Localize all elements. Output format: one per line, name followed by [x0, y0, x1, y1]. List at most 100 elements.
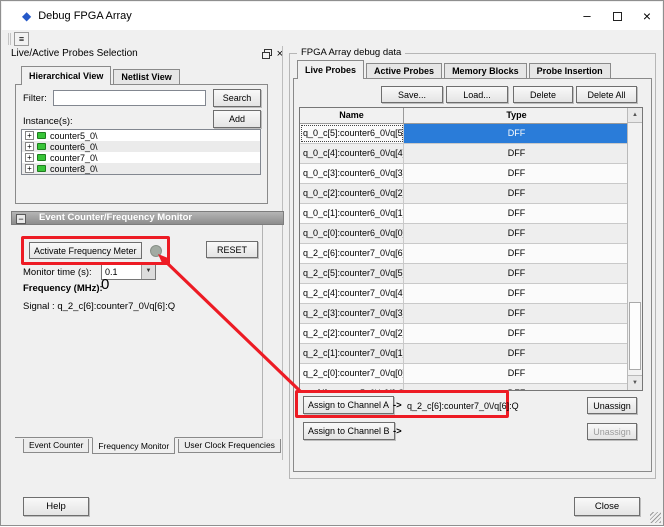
close-dialog-button[interactable]: Close — [574, 497, 640, 516]
cell-type[interactable]: DFF — [404, 264, 629, 283]
instance-row[interactable]: +counter7_0\ — [22, 152, 260, 163]
instance-row[interactable]: +counter8_0\ — [22, 163, 260, 174]
scroll-up-icon[interactable]: ▲ — [628, 108, 642, 123]
tab-event-counter[interactable]: Event Counter — [23, 439, 89, 453]
cell-type[interactable]: DFF — [404, 324, 629, 343]
cell-type[interactable]: DFF — [404, 384, 629, 391]
tree-expand-icon[interactable]: + — [25, 153, 34, 162]
table-row[interactable]: q_2_c[2]:counter7_0\/q[2]:QDFF — [300, 324, 629, 344]
section-header-label: Event Counter/Frequency Monitor — [39, 212, 192, 223]
load-button[interactable]: Load... — [446, 86, 508, 103]
column-header-name[interactable]: Name — [300, 108, 404, 123]
tree-expand-icon[interactable]: + — [25, 142, 34, 151]
cell-type[interactable]: DFF — [404, 364, 629, 383]
tree-expand-icon[interactable]: + — [25, 164, 34, 173]
instances-label: Instance(s): — [23, 116, 73, 127]
cell-type[interactable]: DFF — [404, 304, 629, 323]
table-row[interactable]: q_2_c[5]:counter7_0\/q[5]:QDFF — [300, 264, 629, 284]
cell-name[interactable]: q_0_c[4]:counter6_0\/q[4]:Q — [300, 144, 404, 163]
frequency-label: Frequency (MHz): — [23, 283, 103, 294]
scroll-down-icon[interactable]: ▼ — [628, 375, 642, 390]
maximize-button[interactable] — [602, 2, 632, 30]
maximize-icon — [613, 12, 622, 21]
cell-name[interactable]: q_0_c[0]:counter6_0\/q[0]:Q — [300, 224, 404, 243]
unassign-channel-b-button: Unassign — [587, 423, 637, 440]
cell-type[interactable]: DFF — [404, 124, 629, 143]
table-row[interactable]: q_0_c[4]:counter6_0\/q[4]:QDFF — [300, 144, 629, 164]
delete-all-button[interactable]: Delete All — [576, 86, 637, 103]
cell-type[interactable]: DFF — [404, 284, 629, 303]
vertical-scrollbar[interactable]: ▲ ▼ — [627, 108, 642, 390]
cell-name[interactable]: q_0_c[3]:counter6_0\/q[3]:Q — [300, 164, 404, 183]
toolbar-menu-button[interactable]: ≡ — [14, 32, 29, 46]
cell-type[interactable]: DFF — [404, 244, 629, 263]
tab-user-clock-frequencies[interactable]: User Clock Frequencies — [178, 439, 281, 453]
tab-probe-insertion[interactable]: Probe Insertion — [529, 63, 611, 79]
toolbar: ≡ — [2, 30, 662, 47]
scrollbar-thumb[interactable] — [629, 302, 641, 370]
tab-netlist-view[interactable]: Netlist View — [113, 69, 179, 85]
table-row[interactable]: q_0_c[3]:counter6_0\/q[3]:QDFF — [300, 164, 629, 184]
table-row[interactable]: q_2_c[4]:counter7_0\/q[4]:QDFF — [300, 284, 629, 304]
cell-name[interactable]: q_c[4]:counter5_0\/q[4]:Q — [300, 384, 404, 391]
debug-fpga-array-window: ◆ Debug FPGA Array – × ≡ Live/Active Pro… — [0, 0, 664, 526]
cell-name[interactable]: q_2_c[4]:counter7_0\/q[4]:Q — [300, 284, 404, 303]
cell-name[interactable]: q_2_c[6]:counter7_0\/q[6]:Q — [300, 244, 404, 263]
dock-float-icon[interactable] — [262, 49, 272, 59]
instance-row[interactable]: +counter5_0\ — [22, 130, 260, 141]
save-button[interactable]: Save... — [381, 86, 443, 103]
left-dock-title: Live/Active Probes Selection — [11, 48, 138, 59]
channel-a-arrow: -> — [393, 400, 402, 411]
cell-type[interactable]: DFF — [404, 344, 629, 363]
filter-input[interactable] — [53, 90, 206, 106]
table-row[interactable]: q_0_c[0]:counter6_0\/q[0]:QDFF — [300, 224, 629, 244]
instance-icon — [37, 165, 46, 172]
tab-active-probes[interactable]: Active Probes — [366, 63, 442, 79]
table-row[interactable]: q_c[4]:counter5_0\/q[4]:QDFF — [300, 384, 629, 391]
toolbar-drag-handle[interactable] — [8, 33, 11, 45]
table-row[interactable]: q_2_c[0]:counter7_0\/q[0]:QDFF — [300, 364, 629, 384]
tab-live-probes[interactable]: Live Probes — [297, 60, 364, 79]
reset-button[interactable]: RESET — [206, 241, 258, 258]
column-header-type[interactable]: Type — [404, 108, 629, 123]
cell-name[interactable]: q_2_c[0]:counter7_0\/q[0]:Q — [300, 364, 404, 383]
instance-row[interactable]: +counter6_0\ — [22, 141, 260, 152]
add-button[interactable]: Add — [213, 110, 261, 128]
assign-to-channel-a-button[interactable]: Assign to Channel A — [303, 396, 394, 414]
cell-name[interactable]: q_2_c[5]:counter7_0\/q[5]:Q — [300, 264, 404, 283]
table-row[interactable]: q_2_c[3]:counter7_0\/q[3]:QDFF — [300, 304, 629, 324]
search-button[interactable]: Search — [213, 89, 261, 107]
cell-name[interactable]: q_2_c[1]:counter7_0\/q[1]:Q — [300, 344, 404, 363]
cell-name[interactable]: q_0_c[2]:counter6_0\/q[2]:Q — [300, 184, 404, 203]
table-row[interactable]: q_0_c[1]:counter6_0\/q[1]:QDFF — [300, 204, 629, 224]
filter-label: Filter: — [23, 93, 47, 104]
table-row[interactable]: q_0_c[2]:counter6_0\/q[2]:QDFF — [300, 184, 629, 204]
tab-frequency-monitor[interactable]: Frequency Monitor — [92, 437, 175, 454]
panel-splitter[interactable] — [282, 46, 283, 460]
cell-type[interactable]: DFF — [404, 224, 629, 243]
combo-arrow-icon[interactable]: ▼ — [141, 264, 155, 279]
minimize-button[interactable]: – — [572, 2, 602, 30]
activate-frequency-meter-button[interactable]: Activate Frequency Meter — [29, 242, 142, 259]
collapse-icon[interactable]: − — [16, 214, 26, 224]
delete-button[interactable]: Delete — [513, 86, 573, 103]
cell-type[interactable]: DFF — [404, 144, 629, 163]
resize-grip[interactable] — [650, 512, 661, 523]
assign-to-channel-b-button[interactable]: Assign to Channel B — [303, 422, 395, 440]
tab-hierarchical-view[interactable]: Hierarchical View — [21, 66, 111, 85]
tab-memory-blocks[interactable]: Memory Blocks — [444, 63, 527, 79]
table-row[interactable]: q_0_c[5]:counter6_0\/q[5]:QDFF — [300, 124, 629, 144]
cell-type[interactable]: DFF — [404, 184, 629, 203]
table-row[interactable]: q_2_c[6]:counter7_0\/q[6]:QDFF — [300, 244, 629, 264]
cell-type[interactable]: DFF — [404, 164, 629, 183]
unassign-channel-a-button[interactable]: Unassign — [587, 397, 637, 414]
cell-name[interactable]: q_2_c[3]:counter7_0\/q[3]:Q — [300, 304, 404, 323]
close-button[interactable]: × — [632, 2, 662, 30]
cell-name[interactable]: q_0_c[5]:counter6_0\/q[5]:Q — [300, 124, 404, 143]
tree-expand-icon[interactable]: + — [25, 131, 34, 140]
table-row[interactable]: q_2_c[1]:counter7_0\/q[1]:QDFF — [300, 344, 629, 364]
cell-type[interactable]: DFF — [404, 204, 629, 223]
cell-name[interactable]: q_0_c[1]:counter6_0\/q[1]:Q — [300, 204, 404, 223]
help-button[interactable]: Help — [23, 497, 89, 516]
cell-name[interactable]: q_2_c[2]:counter7_0\/q[2]:Q — [300, 324, 404, 343]
